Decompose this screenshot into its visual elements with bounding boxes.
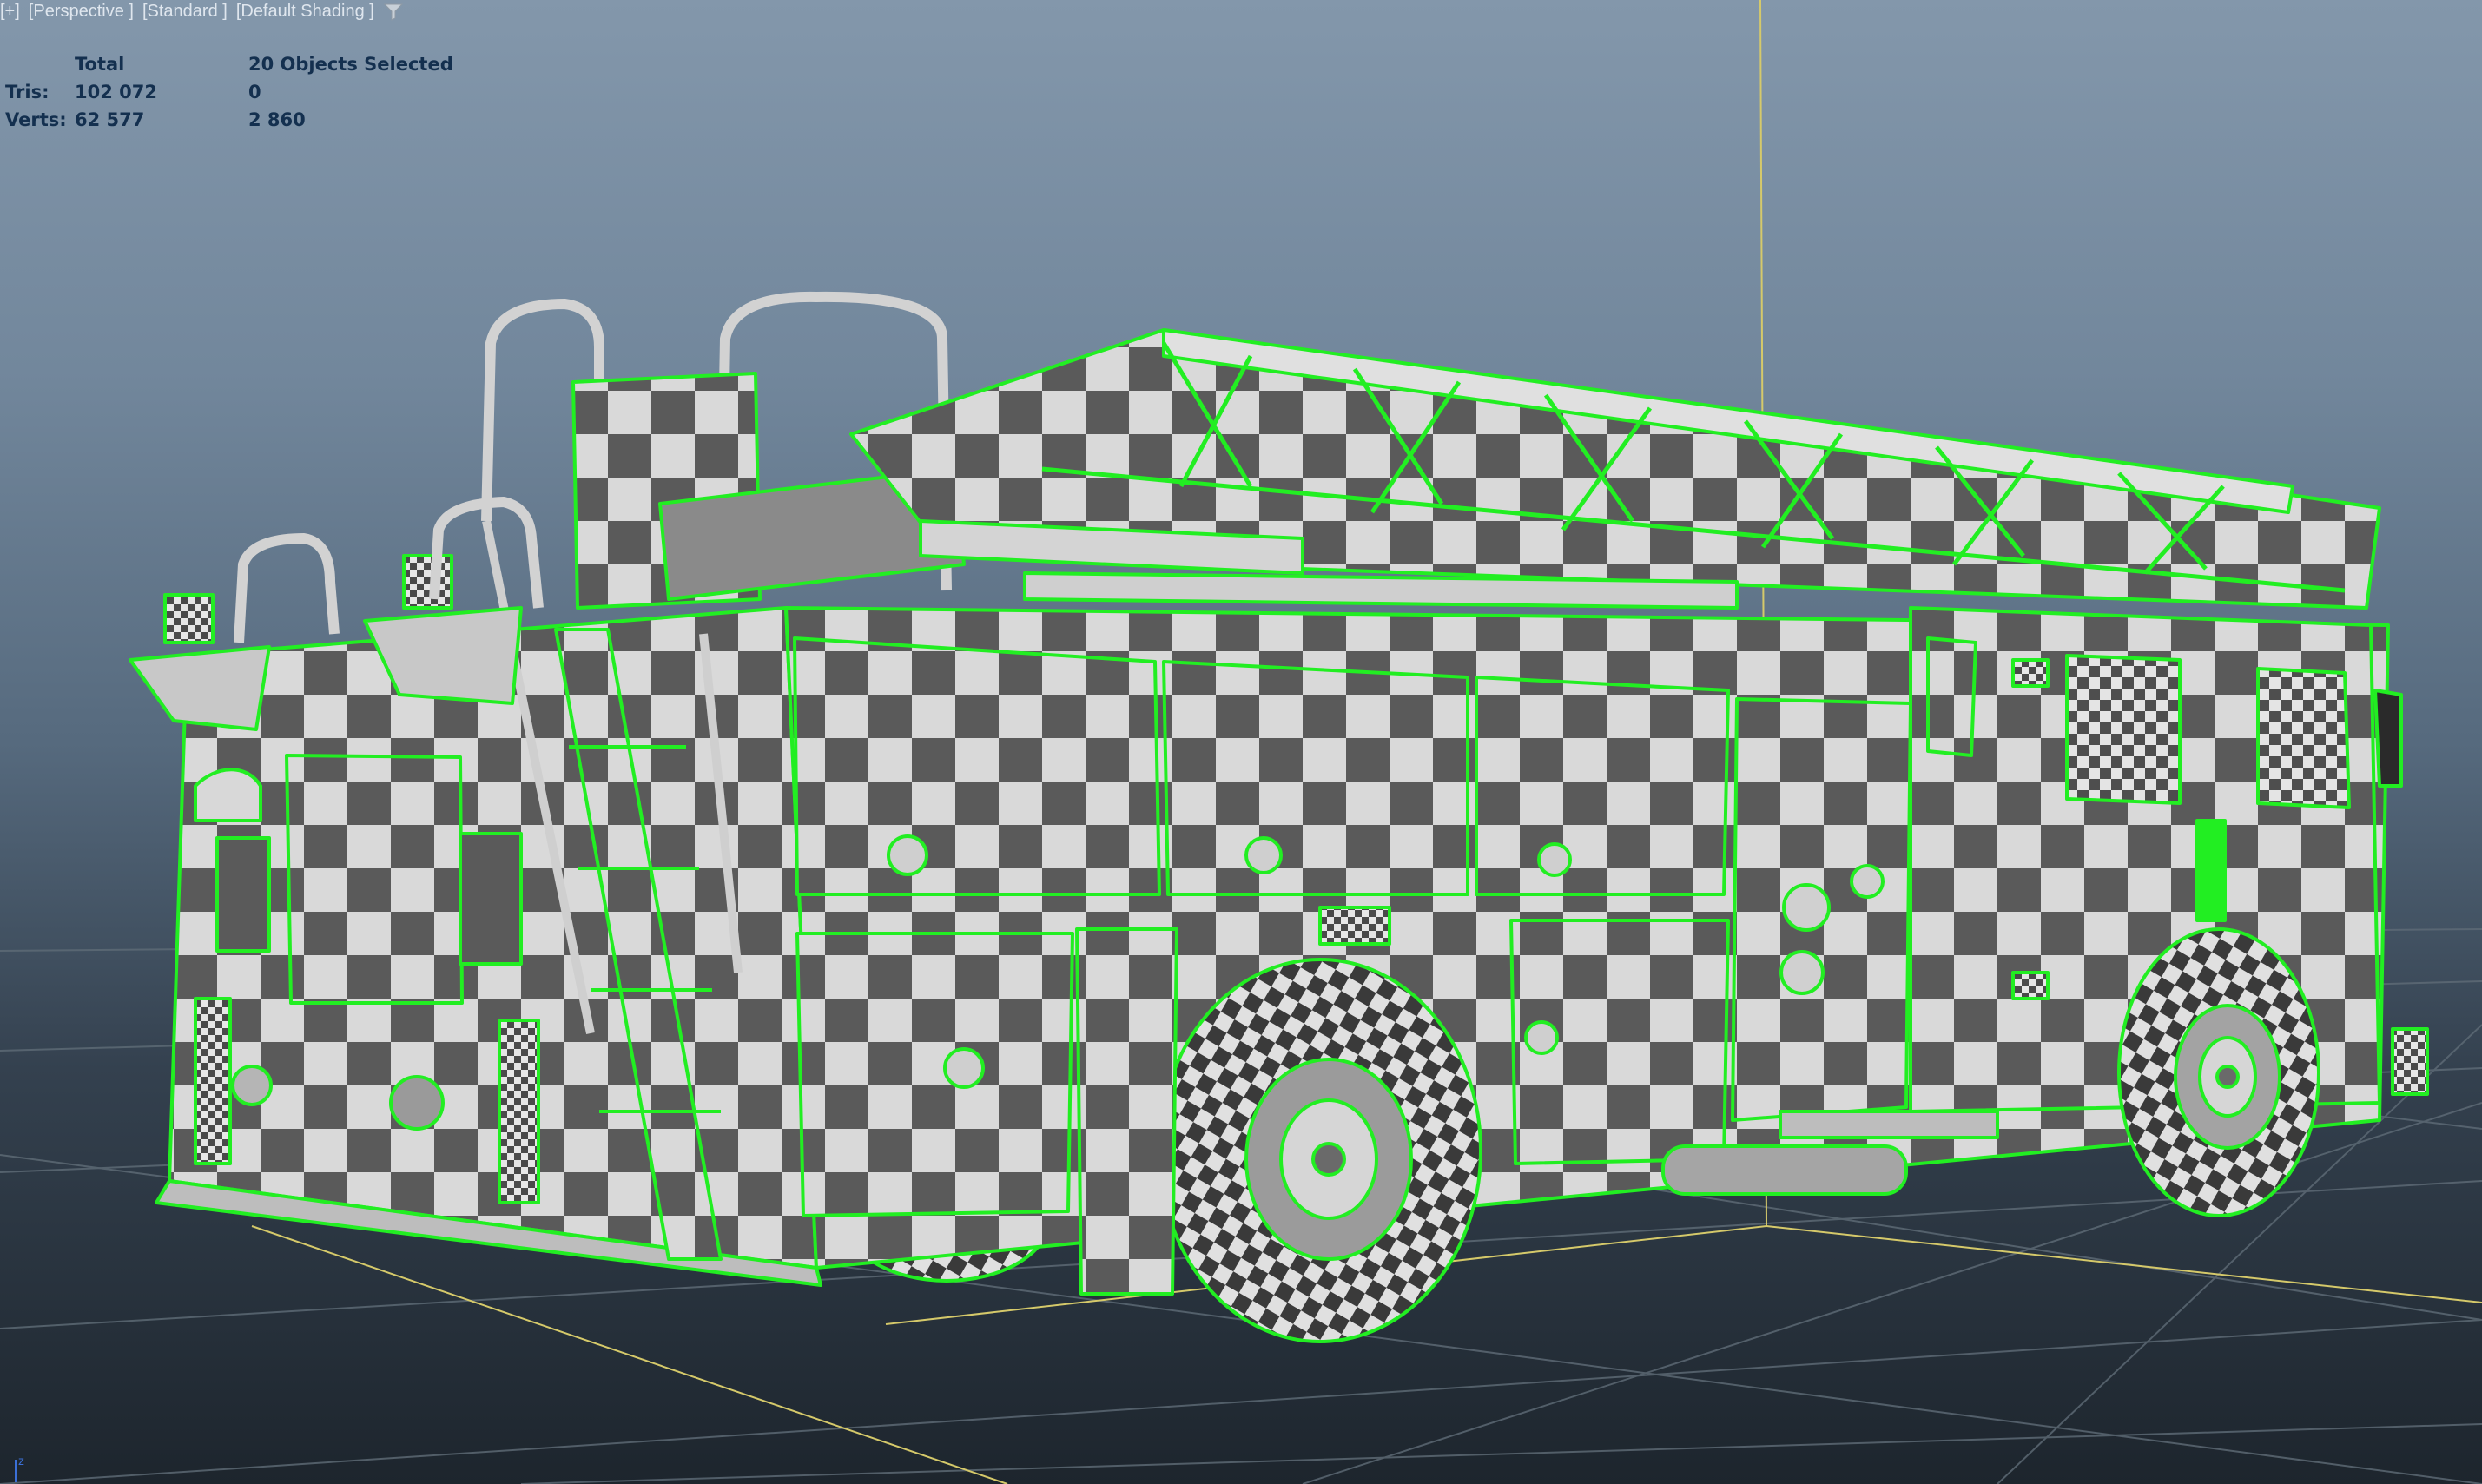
view-axis-gizmo: z bbox=[15, 1454, 24, 1482]
front-light bbox=[2391, 1027, 2429, 1096]
rear-hatch[interactable] bbox=[285, 754, 464, 1005]
fire-truck-model[interactable] bbox=[129, 291, 2429, 1343]
scene-statistics: Total 20 Objects Selected Tris: 102 072 … bbox=[5, 54, 453, 137]
viewport-label-menu: [+] [Perspective ] [Standard ] [Default … bbox=[0, 0, 404, 23]
rear-box-right bbox=[459, 832, 523, 966]
stats-total-header: Total bbox=[75, 54, 125, 75]
3d-viewport[interactable]: [+] [Perspective ] [Standard ] [Default … bbox=[0, 0, 2482, 1484]
scene-canvas[interactable] bbox=[0, 0, 2482, 1484]
stats-header-row: Total 20 Objects Selected bbox=[5, 54, 453, 82]
cab-side-light bbox=[2195, 819, 2227, 922]
viewport-mode-menu[interactable]: [Standard ] bbox=[142, 2, 228, 22]
cab-marker-light bbox=[2011, 658, 2050, 688]
aerial-ladder[interactable] bbox=[849, 328, 2381, 610]
compartment-door-1[interactable] bbox=[793, 636, 1161, 896]
cab-lower-light bbox=[2011, 971, 2050, 1000]
rear-reflector bbox=[389, 1075, 445, 1131]
side-step[interactable] bbox=[1779, 1110, 1999, 1139]
viewport-view-menu[interactable]: [Perspective ] bbox=[29, 2, 134, 22]
stats-label: Verts: bbox=[5, 109, 67, 130]
filter-funnel-icon[interactable] bbox=[383, 2, 404, 21]
side-step-box[interactable] bbox=[1075, 927, 1178, 1296]
stats-label: Tris: bbox=[5, 82, 50, 102]
stats-total-value: 62 577 bbox=[75, 109, 145, 130]
compartment-door-4[interactable] bbox=[795, 932, 1074, 1217]
rear-light-right bbox=[498, 1019, 540, 1204]
stats-selected-value: 2 860 bbox=[248, 109, 306, 130]
compartment-door-2[interactable] bbox=[1162, 660, 1469, 896]
rear-box-left bbox=[215, 836, 271, 953]
stats-row-tris: Tris: 102 072 0 bbox=[5, 82, 453, 109]
rear-wheel[interactable] bbox=[1158, 958, 1482, 1343]
viewport-shading-menu[interactable]: [Default Shading ] bbox=[236, 2, 374, 22]
cab-window-rear[interactable] bbox=[2065, 654, 2182, 805]
stats-selected-value: 0 bbox=[248, 82, 261, 102]
mirror[interactable] bbox=[2373, 689, 2403, 788]
beacon-left bbox=[163, 593, 215, 644]
beacon-right bbox=[402, 554, 453, 610]
stats-row-verts: Verts: 62 577 2 860 bbox=[5, 109, 453, 137]
cab-side-window[interactable] bbox=[1926, 636, 1977, 757]
stats-total-value: 102 072 bbox=[75, 82, 157, 102]
rear-light-left bbox=[194, 997, 232, 1165]
stats-selected-header: 20 Objects Selected bbox=[248, 54, 453, 75]
compartment-door-3[interactable] bbox=[1475, 676, 1730, 896]
rear-reflector-small bbox=[231, 1065, 273, 1106]
side-emblem bbox=[1318, 906, 1391, 946]
rear-exhaust-pipe bbox=[194, 768, 262, 822]
axis-z-label: z bbox=[18, 1454, 24, 1468]
rear-light-pod-left bbox=[129, 645, 271, 731]
viewport-plus-menu[interactable]: [+] bbox=[0, 2, 20, 22]
side-tank bbox=[1661, 1144, 1908, 1196]
cab-window-front[interactable] bbox=[2256, 667, 2351, 809]
front-wheel[interactable] bbox=[2117, 927, 2320, 1217]
